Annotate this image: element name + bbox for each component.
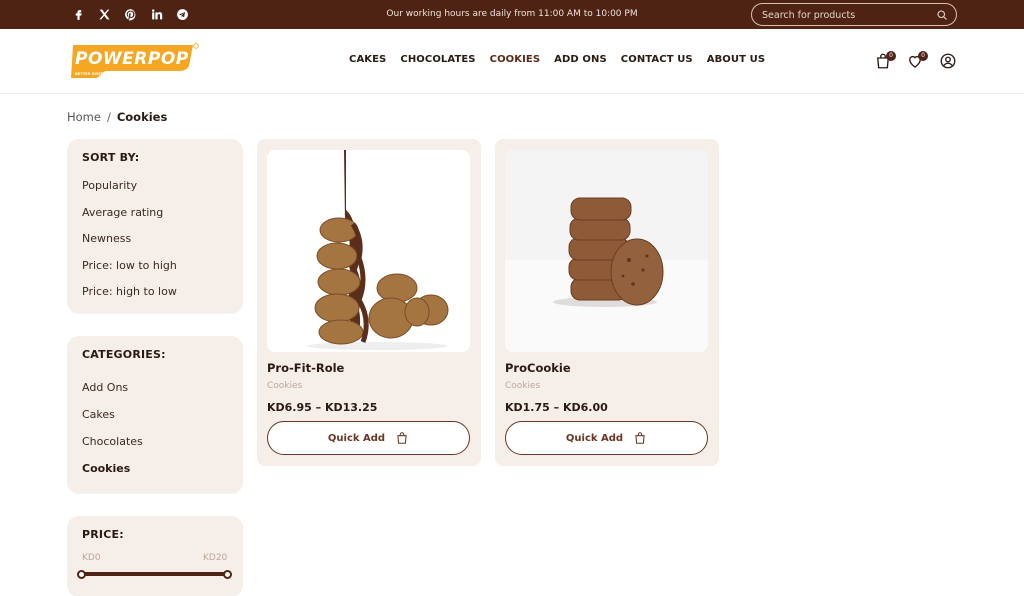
sort-option-price-high-low[interactable]: Price: high to low — [82, 285, 177, 298]
shopping-bag-icon — [397, 432, 407, 444]
product-image[interactable] — [505, 150, 708, 352]
product-card: ProCookie Cookies KD1.75 – KD6.00 Quick … — [495, 139, 719, 466]
nav-chocolates[interactable]: CHOCOLATES — [400, 54, 475, 65]
nav-about-us[interactable]: ABOUT US — [707, 54, 765, 65]
pro-fit-role-image — [267, 150, 470, 352]
product-price: KD6.95 – KD13.25 — [267, 401, 378, 414]
breadcrumb-current: Cookies — [116, 110, 168, 124]
price-min-label: KD0 — [82, 553, 101, 563]
search-box — [751, 3, 957, 26]
sort-option-price-low-high[interactable]: Price: low to high — [82, 259, 177, 272]
product-image[interactable] — [267, 150, 470, 352]
price-range-slider[interactable] — [81, 572, 229, 576]
price-panel: PRICE: KD0 KD20 — [67, 516, 243, 596]
logo-tagline: BETTER SWEETS FOR BETTER LIFE — [75, 72, 145, 76]
category-cookies[interactable]: Cookies — [82, 462, 130, 475]
search-input[interactable] — [762, 7, 932, 23]
cart-count-badge: 0 — [886, 51, 896, 61]
nav-cookies[interactable]: COOKIES — [490, 54, 541, 65]
categories-title: CATEGORIES: — [82, 348, 166, 361]
sort-by-panel: SORT BY: Popularity Average rating Newne… — [67, 139, 243, 313]
sort-option-newness[interactable]: Newness — [82, 232, 131, 245]
product-price: KD1.75 – KD6.00 — [505, 401, 608, 414]
breadcrumb: Home / Cookies — [67, 110, 167, 124]
price-min-handle[interactable] — [77, 570, 86, 579]
category-add-ons[interactable]: Add Ons — [82, 381, 128, 394]
categories-panel: CATEGORIES: Add Ons Cakes Chocolates Coo… — [67, 336, 243, 493]
quick-add-label: Quick Add — [565, 432, 624, 444]
quick-add-button[interactable]: Quick Add — [267, 421, 470, 455]
wishlist-count-badge: 0 — [918, 51, 928, 61]
logo-text: POWERPOP — [75, 49, 189, 69]
sort-option-popularity[interactable]: Popularity — [82, 179, 137, 192]
breadcrumb-separator: / — [106, 110, 111, 124]
product-category[interactable]: Cookies — [505, 381, 540, 391]
sort-by-title: SORT BY: — [82, 151, 140, 164]
quick-add-button[interactable]: Quick Add — [505, 421, 708, 455]
account-user-icon[interactable] — [939, 52, 957, 70]
nav-add-ons[interactable]: ADD ONS — [554, 54, 607, 65]
category-chocolates[interactable]: Chocolates — [82, 435, 143, 448]
price-max-handle[interactable] — [223, 570, 232, 579]
powerpop-logo[interactable]: POWERPOP BETTER SWEETS FOR BETTER LIFE — [67, 42, 199, 80]
nav-contact-us[interactable]: CONTACT US — [621, 54, 693, 65]
product-name[interactable]: Pro-Fit-Role — [267, 361, 344, 375]
product-name[interactable]: ProCookie — [505, 361, 571, 375]
main-nav: CAKES CHOCOLATES COOKIES ADD ONS CONTACT… — [349, 54, 779, 65]
price-title: PRICE: — [82, 528, 124, 541]
product-category[interactable]: Cookies — [267, 381, 302, 391]
shopping-bag-icon — [635, 432, 645, 444]
price-max-label: KD20 — [203, 553, 228, 563]
category-cakes[interactable]: Cakes — [82, 408, 115, 421]
quick-add-label: Quick Add — [327, 432, 386, 444]
sort-option-rating[interactable]: Average rating — [82, 206, 163, 219]
top-bar: Our working hours are daily from 11:00 A… — [0, 0, 1024, 29]
breadcrumb-home[interactable]: Home — [67, 110, 101, 124]
search-icon[interactable] — [936, 9, 948, 21]
procookie-image — [505, 150, 708, 352]
product-card: Pro-Fit-Role Cookies KD6.95 – KD13.25 Qu… — [257, 139, 481, 466]
nav-cakes[interactable]: CAKES — [349, 54, 386, 65]
